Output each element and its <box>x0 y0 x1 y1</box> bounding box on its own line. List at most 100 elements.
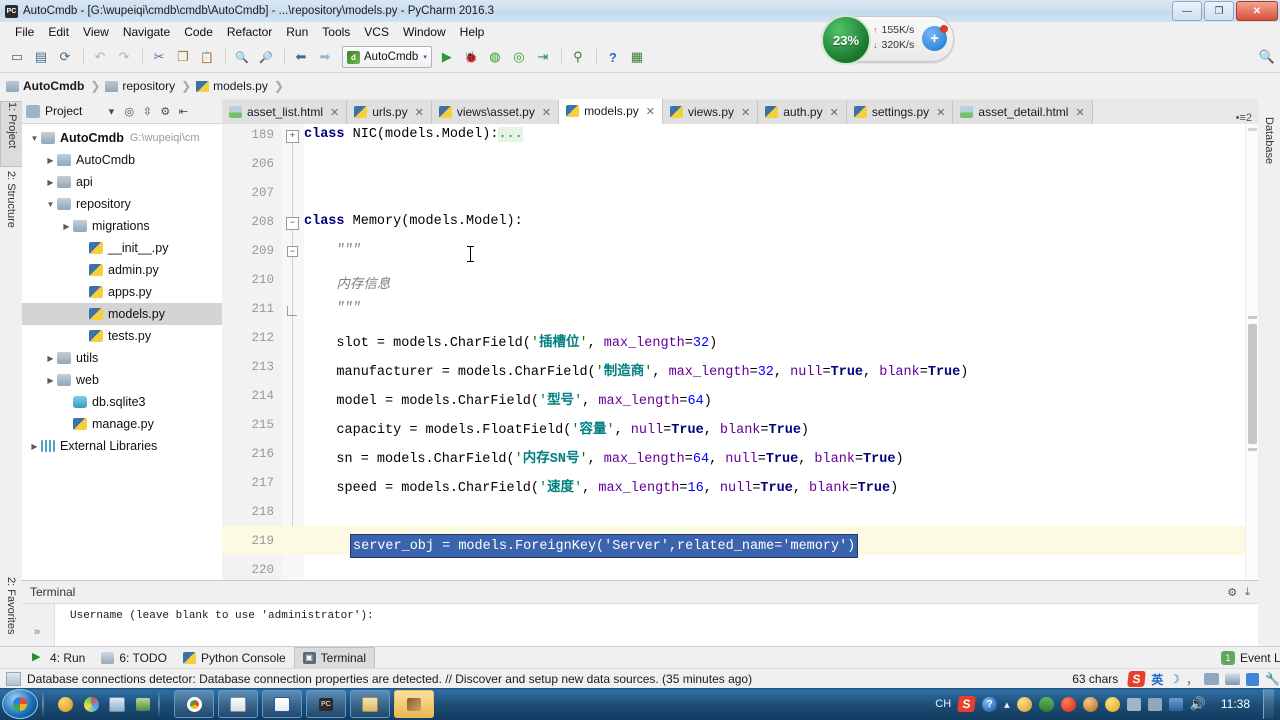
editor-tab[interactable]: models.py ✕ <box>559 99 663 124</box>
chinese-ime-icon[interactable]: 英 <box>1151 671 1163 688</box>
show-desktop-button[interactable] <box>1263 689 1274 719</box>
notepad-task[interactable] <box>218 690 258 718</box>
shirt-icon[interactable] <box>1246 672 1260 686</box>
profile-icon[interactable]: ◎ <box>508 46 530 68</box>
editor-tab[interactable]: urls.py ✕ <box>347 100 432 124</box>
chevron-right-icon[interactable]: ▶ <box>28 442 41 451</box>
forward-icon[interactable]: ➡ <box>314 46 336 68</box>
sidebar-item-structure[interactable]: 2: Structure <box>0 171 22 249</box>
qq-penguin-icon[interactable] <box>1082 696 1098 712</box>
palette-icon[interactable] <box>54 693 76 715</box>
sidebar-item-database[interactable]: Database <box>1258 117 1280 189</box>
menu-refactor[interactable]: Refactor <box>220 24 279 40</box>
sogou-tray-icon[interactable]: S <box>957 696 976 712</box>
explorer-task[interactable] <box>350 690 390 718</box>
selected-code-line[interactable]: server_obj = models.ForeignKey('Server',… <box>350 534 859 558</box>
open-folder-icon[interactable]: ▭ <box>6 46 28 68</box>
minimize-button[interactable]: — <box>1172 1 1202 21</box>
hide-panel-icon[interactable]: ⇤ <box>174 102 192 120</box>
chevron-down-icon[interactable]: ▾ <box>102 102 120 120</box>
editor-tab[interactable]: asset_list.html ✕ <box>222 100 348 124</box>
debug-icon[interactable]: 🐞 <box>460 46 482 68</box>
moon-icon[interactable]: ☽ <box>1169 672 1180 686</box>
editor-tab[interactable]: settings.py ✕ <box>846 100 954 124</box>
cpu-network-widget[interactable]: 23% ↑ 155K/s ↓ 320K/s + <box>821 15 954 65</box>
code-line[interactable]: """ <box>304 301 360 316</box>
tree-item[interactable]: · models.py <box>22 303 222 325</box>
tool-tab-run[interactable]: ▶ 4: Run <box>24 648 93 668</box>
code-line[interactable]: model = models.CharField('型号', max_lengt… <box>304 388 711 409</box>
event-log-button[interactable]: 1 Event Log <box>1220 651 1280 665</box>
window-icon[interactable] <box>1126 697 1141 711</box>
tree-item[interactable]: · tests.py <box>22 325 222 347</box>
start-button[interactable] <box>2 689 38 719</box>
tab-overflow-button[interactable]: •≡ 2 <box>1236 112 1258 124</box>
red-dot-icon[interactable] <box>1060 696 1076 712</box>
chrome-task[interactable] <box>174 690 214 718</box>
search-icon[interactable]: 🔍 <box>231 46 253 68</box>
coverage-icon[interactable]: ◍ <box>484 46 506 68</box>
save-all-icon[interactable]: ▤ <box>30 46 52 68</box>
plus-green-icon[interactable] <box>1104 696 1120 712</box>
close-icon[interactable]: ✕ <box>646 105 655 118</box>
color-tool-icon[interactable] <box>80 693 102 715</box>
settings-gear-icon[interactable]: ⚙ <box>156 102 174 120</box>
ime-ch-label[interactable]: CH <box>935 698 951 710</box>
redo-icon[interactable]: ↷ <box>113 46 135 68</box>
tool-tab-terminal[interactable]: ▣ Terminal <box>293 647 376 669</box>
breadcrumb-item-modelspy[interactable]: models.py <box>196 79 272 93</box>
editor-tab[interactable]: asset_detail.html ✕ <box>953 100 1093 124</box>
tree-item[interactable]: ▶ AutoCmdb <box>22 149 222 171</box>
run-configuration-selector[interactable]: d AutoCmdb ▾ <box>342 46 432 68</box>
tree-item[interactable]: ▶ web <box>22 369 222 391</box>
status-message[interactable]: Database connections detector: Database … <box>27 672 752 686</box>
sogou-icon[interactable]: S <box>1127 671 1147 687</box>
wrench-icon[interactable]: 🔧 <box>1265 672 1280 686</box>
close-icon[interactable]: ✕ <box>1075 106 1084 119</box>
editor-tab[interactable]: views\asset.py ✕ <box>431 100 560 124</box>
monitor-icon[interactable] <box>1147 697 1162 711</box>
pycharm-task[interactable]: PC <box>306 690 346 718</box>
vcs-update-icon[interactable]: ⚲ <box>567 46 589 68</box>
chevron-right-icon[interactable]: ▶ <box>44 354 57 363</box>
editor-tab[interactable]: views.py ✕ <box>662 100 759 124</box>
tool-tab-python-console[interactable]: Python Console <box>175 648 294 668</box>
tree-item[interactable]: · apps.py <box>22 281 222 303</box>
code-line[interactable]: 内存信息 <box>304 272 390 293</box>
tree-item[interactable]: ▶ External Libraries <box>22 435 222 457</box>
code-line[interactable]: class NIC(models.Model):... <box>304 127 523 142</box>
volume-icon[interactable]: 🔊 <box>1190 696 1206 712</box>
code-line[interactable]: sn = models.CharField('内存SN号', max_lengt… <box>304 446 903 467</box>
tree-item[interactable]: ▶ api <box>22 171 222 193</box>
code-folding-column[interactable]: + − − <box>282 124 304 580</box>
media-task[interactable] <box>394 690 434 718</box>
hide-panel-icon[interactable]: ⤓ <box>1245 586 1250 599</box>
menu-edit[interactable]: Edit <box>41 24 76 40</box>
editor-scrollbar-thumb[interactable] <box>1248 324 1257 444</box>
chevron-down-icon[interactable]: ▾ <box>423 53 427 61</box>
code-line[interactable]: manufacturer = models.CharField('制造商', m… <box>304 359 968 380</box>
close-icon[interactable]: ✕ <box>330 106 339 119</box>
help-icon[interactable]: ? <box>602 46 624 68</box>
attach-icon[interactable]: ⇥ <box>532 46 554 68</box>
menu-window[interactable]: Window <box>396 24 453 40</box>
chevron-down-icon[interactable]: ▼ <box>28 134 41 143</box>
tree-item[interactable]: · admin.py <box>22 259 222 281</box>
taskbar-clock[interactable]: 11:38 <box>1221 697 1250 711</box>
tree-item[interactable]: ▼ repository <box>22 193 222 215</box>
close-icon[interactable]: ✕ <box>830 106 839 119</box>
find-usages-icon[interactable]: 🔎 <box>255 46 277 68</box>
settings-gear-icon[interactable]: ⚙ <box>1227 586 1237 599</box>
close-icon[interactable]: ✕ <box>542 106 551 119</box>
search-everywhere-icon[interactable]: 🔍 <box>1256 46 1278 68</box>
close-icon[interactable]: ✕ <box>741 106 750 119</box>
editor-marker-bar[interactable] <box>1245 124 1258 580</box>
tree-item[interactable]: · db.sqlite3 <box>22 391 222 413</box>
breadcrumb-item-repository[interactable]: repository <box>105 79 179 93</box>
tree-item[interactable]: ▼ AutoCmdb G:\wupeiqi\cm <box>22 127 222 149</box>
fold-expand-icon[interactable]: + <box>286 130 299 143</box>
menu-navigate[interactable]: Navigate <box>116 24 177 40</box>
maximize-button[interactable]: ❐ <box>1204 1 1234 21</box>
tool-tab-todo[interactable]: 6: TODO <box>93 648 175 668</box>
tree-item[interactable]: · __init__.py <box>22 237 222 259</box>
